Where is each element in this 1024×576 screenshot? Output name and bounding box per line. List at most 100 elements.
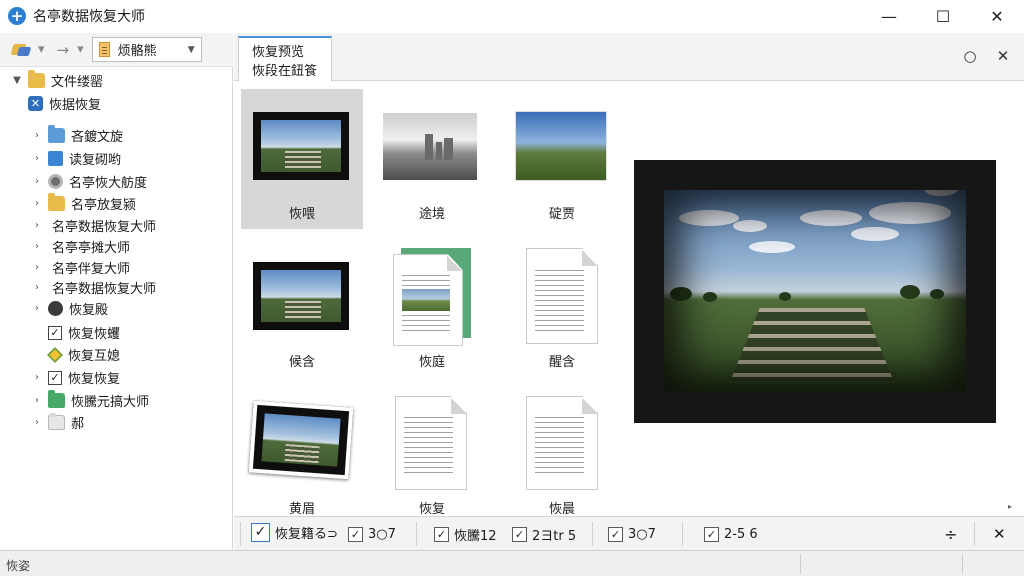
- maximize-button[interactable]: ☐: [916, 0, 970, 32]
- view-selector[interactable]: 烦骼熊 ▼: [91, 37, 202, 62]
- filter-checkbox[interactable]: ✓ 3○7: [608, 524, 656, 544]
- expand-icon[interactable]: ›: [30, 262, 44, 273]
- divider: [962, 554, 963, 574]
- tree-item[interactable]: › ✓ 恢复恢复: [30, 367, 120, 388]
- thumbnail-item[interactable]: 候含: [241, 242, 363, 382]
- checkbox-icon[interactable]: ✓: [608, 526, 623, 542]
- recovery-icon: ✕: [28, 96, 43, 111]
- dark-disk-icon: [48, 301, 63, 316]
- thumbnail-item[interactable]: 碇贾: [501, 89, 623, 229]
- thumbnail-label: 黄眉: [288, 502, 315, 517]
- tree-item-label: 恢复互媳: [68, 349, 121, 364]
- split-button[interactable]: ÷: [944, 524, 957, 544]
- filter-checkbox[interactable]: ✓ 2-5 6: [704, 524, 758, 544]
- window-controls: — ☐ ✕: [862, 0, 1024, 32]
- tree-item-label: 名亭数据恢复大师: [52, 282, 157, 297]
- thumbnail-item[interactable]: 醒含: [501, 242, 623, 382]
- folder-green-icon: [48, 390, 65, 408]
- tree-item[interactable]: › 恢騰元搞大师: [30, 390, 149, 411]
- tree-item[interactable]: ✓ 恢复恢蠼: [44, 322, 120, 343]
- thumbnail-item[interactable]: 恢喂: [241, 89, 363, 229]
- expand-icon[interactable]: ▼: [10, 75, 24, 86]
- view-selector-value: 烦骼熊: [117, 44, 157, 59]
- expand-icon[interactable]: ›: [30, 372, 44, 383]
- status-text: 恢姿: [6, 559, 31, 573]
- thumbnail-item[interactable]: 恢复: [371, 392, 493, 532]
- filter-checkbox[interactable]: ✓ 3○7: [348, 524, 396, 544]
- photo-thumbnail: [253, 262, 349, 330]
- folder-icon: [48, 193, 65, 211]
- photo-thumbnail: [248, 400, 354, 480]
- thumbnail-item[interactable]: 途境: [371, 89, 493, 229]
- tile-icon: [48, 151, 63, 166]
- filter-checkbox[interactable]: ✓ 恢复籍る⊃: [251, 522, 338, 542]
- expand-icon[interactable]: ›: [30, 282, 44, 293]
- close-button[interactable]: ✕: [970, 0, 1024, 32]
- tree-item[interactable]: › 恢复殿: [30, 298, 108, 319]
- thumbnail-label: 碇贾: [548, 207, 575, 222]
- checkbox-icon[interactable]: ✓: [251, 522, 270, 542]
- expand-icon[interactable]: ›: [30, 241, 44, 252]
- tree-item[interactable]: › 名亭数据恢复大师: [30, 277, 156, 298]
- thumbnail-item[interactable]: 黄眉: [241, 392, 363, 532]
- back-icon[interactable]: [10, 41, 32, 59]
- tree-item[interactable]: › 名亭数据恢复大师: [30, 215, 156, 236]
- document-thumbnail: [395, 396, 467, 490]
- tree-item[interactable]: › 郝: [30, 412, 84, 433]
- expand-icon[interactable]: ›: [30, 303, 44, 314]
- image-preview: [634, 160, 996, 423]
- scroll-right-icon[interactable]: ▸: [1008, 502, 1012, 511]
- tree-item-label: 读复砌哟: [69, 153, 122, 168]
- filter-checkbox[interactable]: ✓ 2ヨtr 5: [512, 524, 576, 544]
- document-icon: [98, 42, 110, 57]
- thumbnail-label: 恢喂: [288, 207, 315, 222]
- document-thumbnail: [393, 254, 463, 346]
- filter-label: 2-5 6: [724, 526, 758, 542]
- tree-item[interactable]: › 名亭放复颍: [30, 193, 136, 214]
- checkbox-icon: ✓: [48, 370, 62, 385]
- divider: [592, 522, 593, 546]
- filter-checkbox[interactable]: ✓ 恢騰12: [434, 524, 497, 544]
- close-panel-button[interactable]: ✕: [992, 45, 1014, 67]
- circle-icon[interactable]: ○: [959, 45, 981, 67]
- expand-icon[interactable]: ›: [30, 417, 44, 428]
- tree-item[interactable]: › 读复砌哟: [30, 148, 121, 169]
- expand-icon[interactable]: ›: [30, 220, 44, 231]
- minimize-button[interactable]: —: [862, 0, 916, 32]
- tree-item-label: 恢复恢蠼: [68, 327, 121, 342]
- tree-item[interactable]: › 名亭亭摊大师: [30, 236, 130, 257]
- close-filter-button[interactable]: ✕: [993, 524, 1006, 544]
- thumbnail-label: 候含: [288, 355, 315, 370]
- expand-icon[interactable]: ›: [30, 395, 44, 406]
- preview-header: 恢复预览 恢段在鈕篒 ○ ✕: [234, 33, 1024, 82]
- folder-tree: ▼ 文件缕罂 ✕ 恢据恢复 › 吝鍍文旋 › 读复砌哟 › 名亭恢大舫度 › 名…: [0, 67, 233, 550]
- tree-item-label: 名亭放复颍: [71, 198, 137, 213]
- thumbnail-item[interactable]: 恢庭: [371, 242, 493, 382]
- tree-item[interactable]: ✕ 恢据恢复: [24, 93, 101, 114]
- forward-icon[interactable]: →: [57, 38, 70, 62]
- tab-preview[interactable]: 恢复预览 恢段在鈕篒: [238, 36, 332, 82]
- tree-item[interactable]: › 名亭恢大舫度: [30, 171, 147, 192]
- tree-item[interactable]: ▼ 文件缕罂: [10, 70, 103, 91]
- checkbox-icon[interactable]: ✓: [704, 526, 719, 542]
- tree-item-label: 郝: [71, 417, 85, 432]
- expand-icon[interactable]: ›: [30, 198, 44, 209]
- document-thumbnail: [526, 396, 598, 490]
- checkbox-icon[interactable]: ✓: [434, 526, 449, 542]
- checkbox-icon[interactable]: ✓: [348, 526, 363, 542]
- tree-item-label: 文件缕罂: [51, 75, 104, 90]
- app-window: + 名亭数据恢复大师 — ☐ ✕ ▾ → ▾ 烦骼熊 ▼ ▼ 文件缕罂 ✕ 恢据…: [0, 0, 1024, 576]
- forward-dropdown-icon[interactable]: ▾: [77, 38, 84, 62]
- expand-icon[interactable]: ›: [30, 130, 44, 141]
- checkbox-icon[interactable]: ✓: [512, 526, 527, 542]
- thumbnail-item[interactable]: 恢晨: [501, 392, 623, 532]
- expand-icon[interactable]: ›: [30, 153, 44, 164]
- photo-thumbnail: [253, 112, 349, 180]
- tree-item-label: 恢复殿: [69, 303, 109, 318]
- tree-item[interactable]: › 名亭伴复大师: [30, 257, 130, 278]
- tree-item[interactable]: › 吝鍍文旋: [30, 125, 123, 146]
- expand-icon[interactable]: ›: [30, 176, 44, 187]
- tree-item-label: 吝鍍文旋: [71, 130, 124, 145]
- tree-item[interactable]: 恢复互媳: [44, 344, 120, 365]
- back-dropdown-icon[interactable]: ▾: [38, 38, 45, 62]
